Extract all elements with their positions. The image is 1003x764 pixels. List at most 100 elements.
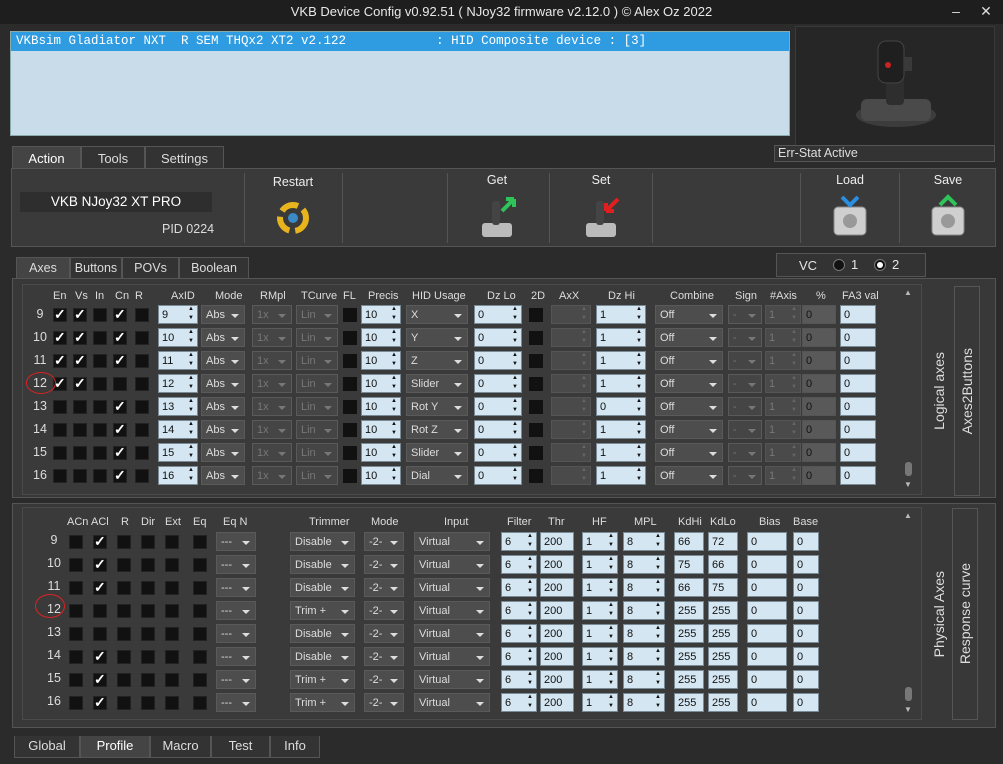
checkbox-ext[interactable]	[165, 673, 179, 687]
axes2buttons-side-tab[interactable]: Axes2Buttons	[954, 286, 980, 496]
dz-hi-spinner[interactable]: 1	[596, 374, 646, 393]
base-field[interactable]: 0	[793, 578, 819, 597]
mpl-spinner[interactable]: 8	[623, 624, 665, 643]
axx-spinner[interactable]	[551, 305, 591, 324]
filter-spinner[interactable]: 6	[501, 578, 537, 597]
input-dropdown[interactable]: Virtual	[414, 601, 490, 620]
checkbox-cn[interactable]	[113, 398, 127, 415]
checkbox-acn[interactable]	[69, 535, 83, 549]
tcurve-dropdown[interactable]: Lin	[296, 443, 338, 462]
checkbox-r[interactable]	[135, 308, 149, 322]
fl-checkbox[interactable]	[343, 423, 357, 437]
checkbox-cn[interactable]	[113, 329, 127, 346]
dz-lo-spinner[interactable]: 0	[474, 443, 522, 462]
base-field[interactable]: 0	[793, 670, 819, 689]
dz-lo-spinner[interactable]: 0	[474, 420, 522, 439]
checkbox-dir[interactable]	[141, 581, 155, 595]
axis-spinner[interactable]: 1	[765, 374, 801, 393]
checkbox-ext[interactable]	[165, 558, 179, 572]
axx-spinner[interactable]	[551, 420, 591, 439]
dz-lo-spinner[interactable]: 0	[474, 466, 522, 485]
mpl-spinner[interactable]: 8	[623, 532, 665, 551]
tab-info[interactable]: Info	[270, 736, 320, 758]
save-button[interactable]: Save	[904, 173, 992, 243]
kdhi-field[interactable]: 255	[674, 647, 704, 666]
combine-dropdown[interactable]: Off	[655, 374, 723, 393]
thr-field[interactable]: 200	[540, 555, 574, 574]
filter-spinner[interactable]: 6	[501, 693, 537, 712]
checkbox-dir[interactable]	[141, 627, 155, 641]
kdlo-field[interactable]: 255	[708, 601, 738, 620]
checkbox-in[interactable]	[93, 400, 107, 414]
hf-spinner[interactable]: 1	[582, 647, 618, 666]
dz-hi-spinner[interactable]: 1	[596, 420, 646, 439]
dz-lo-spinner[interactable]: 0	[474, 374, 522, 393]
kdhi-field[interactable]: 255	[674, 670, 704, 689]
thr-field[interactable]: 200	[540, 624, 574, 643]
logical-axes-side-tab[interactable]: Logical axes	[926, 286, 952, 496]
precis-spinner[interactable]: 10	[361, 420, 401, 439]
combine-dropdown[interactable]: Off	[655, 420, 723, 439]
checkbox-acl[interactable]	[93, 671, 107, 688]
hf-spinner[interactable]: 1	[582, 693, 618, 712]
checkbox-in[interactable]	[93, 469, 107, 483]
hid-usage-dropdown[interactable]: Dial	[406, 466, 468, 485]
base-field[interactable]: 0	[793, 532, 819, 551]
checkbox-en[interactable]	[53, 400, 67, 414]
hid-usage-dropdown[interactable]: Slider	[406, 443, 468, 462]
filter-spinner[interactable]: 6	[501, 601, 537, 620]
axid-spinner[interactable]: 16	[158, 466, 198, 485]
checkbox-ext[interactable]	[165, 696, 179, 710]
checkbox-in[interactable]	[93, 308, 107, 322]
base-field[interactable]: 0	[793, 555, 819, 574]
combine-dropdown[interactable]: Off	[655, 466, 723, 485]
tab-test[interactable]: Test	[211, 736, 270, 758]
axx-spinner[interactable]	[551, 466, 591, 485]
tab-global[interactable]: Global	[14, 736, 80, 758]
kdlo-field[interactable]: 255	[708, 693, 738, 712]
checkbox-r[interactable]	[135, 331, 149, 345]
checkbox-acn[interactable]	[69, 650, 83, 664]
filter-spinner[interactable]: 6	[501, 670, 537, 689]
input-dropdown[interactable]: Virtual	[414, 670, 490, 689]
eq-n-dropdown[interactable]: ---	[216, 647, 256, 666]
checkbox-dir[interactable]	[141, 558, 155, 572]
hf-spinner[interactable]: 1	[582, 578, 618, 597]
thr-field[interactable]: 200	[540, 532, 574, 551]
2d-checkbox[interactable]	[529, 400, 543, 414]
checkbox-dir[interactable]	[141, 604, 155, 618]
rmpl-dropdown[interactable]: 1x	[252, 466, 292, 485]
kdlo-field[interactable]: 255	[708, 624, 738, 643]
percent-field[interactable]: 0	[802, 397, 836, 416]
checkbox-dir[interactable]	[141, 673, 155, 687]
checkbox-acn[interactable]	[69, 581, 83, 595]
hid-usage-dropdown[interactable]: X	[406, 305, 468, 324]
checkbox-cn[interactable]	[113, 306, 127, 323]
checkbox-eq[interactable]	[193, 696, 207, 710]
mode-dropdown[interactable]: Abs	[201, 351, 245, 370]
checkbox-en[interactable]	[53, 306, 67, 323]
checkbox-acl[interactable]	[93, 694, 107, 711]
eq-n-dropdown[interactable]: ---	[216, 624, 256, 643]
fa3-val-field[interactable]: 0	[840, 374, 876, 393]
percent-field[interactable]: 0	[802, 305, 836, 324]
sign-dropdown[interactable]: -	[728, 305, 762, 324]
checkbox-eq[interactable]	[193, 604, 207, 618]
combine-dropdown[interactable]: Off	[655, 305, 723, 324]
mpl-spinner[interactable]: 8	[623, 555, 665, 574]
mode-dropdown[interactable]: Abs	[201, 443, 245, 462]
hid-usage-dropdown[interactable]: Rot Z	[406, 420, 468, 439]
checkbox-eq[interactable]	[193, 650, 207, 664]
tab-settings[interactable]: Settings	[145, 146, 224, 170]
axid-spinner[interactable]: 11	[158, 351, 198, 370]
checkbox-cn[interactable]	[113, 352, 127, 369]
checkbox-r[interactable]	[117, 673, 131, 687]
tcurve-dropdown[interactable]: Lin	[296, 305, 338, 324]
combine-dropdown[interactable]: Off	[655, 328, 723, 347]
base-field[interactable]: 0	[793, 693, 819, 712]
eq-n-dropdown[interactable]: ---	[216, 532, 256, 551]
hf-spinner[interactable]: 1	[582, 555, 618, 574]
fl-checkbox[interactable]	[343, 377, 357, 391]
checkbox-eq[interactable]	[193, 627, 207, 641]
dz-hi-spinner[interactable]: 1	[596, 351, 646, 370]
